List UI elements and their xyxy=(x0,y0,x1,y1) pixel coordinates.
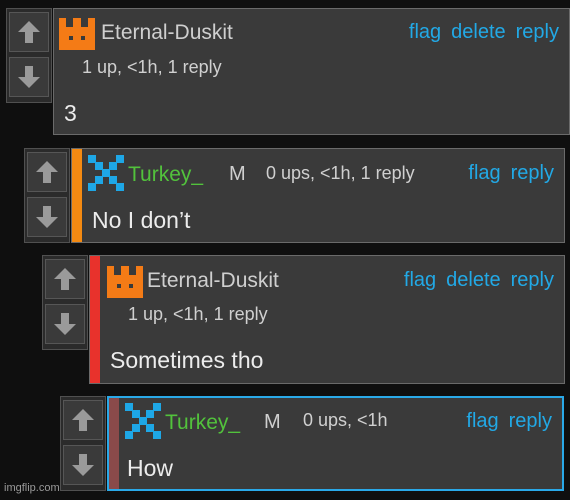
comment-card: Eternal-Duskit flag delete reply 1 up, <1h… xyxy=(89,255,565,384)
orange-castle-avatar-icon[interactable] xyxy=(59,14,95,50)
username[interactable]: Eternal-Duskit xyxy=(101,21,233,45)
username[interactable]: Turkey_ xyxy=(128,163,203,187)
flag-link[interactable]: flag xyxy=(468,162,500,184)
comment-card: Turkey_ M 0 ups, <1h, 1 reply flag reply … xyxy=(71,148,565,243)
vote-panel xyxy=(24,148,70,243)
downvote-button[interactable] xyxy=(63,445,103,485)
comment-meta: 0 ups, <1h, 1 reply xyxy=(266,163,415,183)
upvote-button[interactable] xyxy=(9,12,49,52)
comment-meta: 0 ups, <1h xyxy=(303,410,388,430)
comment-text: Sometimes tho xyxy=(110,347,264,373)
vote-panel xyxy=(6,8,52,103)
thread-depth-bar xyxy=(72,149,82,242)
comment-actions: flag delete reply xyxy=(399,21,559,44)
reply-link[interactable]: reply xyxy=(511,162,554,184)
delete-link[interactable]: delete xyxy=(446,269,501,291)
comment-meta: 1 up, <1h, 1 reply xyxy=(82,57,222,77)
arrow-down-icon xyxy=(72,454,94,476)
flag-link[interactable]: flag xyxy=(466,410,498,432)
orange-castle-avatar-icon[interactable] xyxy=(107,262,143,298)
imgflip-watermark: imgflip.com xyxy=(4,482,60,494)
reply-link[interactable]: reply xyxy=(516,21,559,43)
downvote-button[interactable] xyxy=(45,304,85,344)
arrow-up-icon xyxy=(18,21,40,43)
arrow-down-icon xyxy=(36,206,58,228)
reply-link[interactable]: reply xyxy=(511,269,554,291)
arrow-up-icon xyxy=(72,409,94,431)
reply-link[interactable]: reply xyxy=(509,410,552,432)
comment-text: How xyxy=(127,455,174,481)
thread-depth-bar xyxy=(109,398,119,489)
upvote-button[interactable] xyxy=(63,400,103,440)
arrow-up-icon xyxy=(36,161,58,183)
thread-depth-bar xyxy=(90,256,100,383)
username[interactable]: Turkey_ xyxy=(165,411,240,435)
downvote-button[interactable] xyxy=(27,197,67,237)
flag-link[interactable]: flag xyxy=(404,269,436,291)
delete-link[interactable]: delete xyxy=(451,21,506,43)
comment-actions: flag reply xyxy=(458,162,554,185)
mod-badge: M xyxy=(229,163,246,185)
blue-x-avatar-icon[interactable] xyxy=(125,403,161,439)
arrow-up-icon xyxy=(54,268,76,290)
comment-actions: flag delete reply xyxy=(394,269,554,292)
arrow-down-icon xyxy=(54,313,76,335)
comment-text: No I don’t xyxy=(92,207,191,233)
mod-badge: M xyxy=(264,411,281,433)
blue-x-avatar-icon[interactable] xyxy=(88,155,124,191)
comment-card: Turkey_ M 0 ups, <1h flag reply How xyxy=(107,396,564,491)
comment-card: Eternal-Duskit flag delete reply 1 up, <1h… xyxy=(53,8,570,135)
comment-text: 3 xyxy=(64,100,77,126)
downvote-button[interactable] xyxy=(9,57,49,97)
flag-link[interactable]: flag xyxy=(409,21,441,43)
comment-meta: 1 up, <1h, 1 reply xyxy=(128,304,268,324)
username[interactable]: Eternal-Duskit xyxy=(147,269,279,293)
vote-panel xyxy=(42,255,88,350)
arrow-down-icon xyxy=(18,66,40,88)
comment-actions: flag reply xyxy=(456,410,552,433)
vote-panel xyxy=(60,396,106,491)
upvote-button[interactable] xyxy=(27,152,67,192)
upvote-button[interactable] xyxy=(45,259,85,299)
